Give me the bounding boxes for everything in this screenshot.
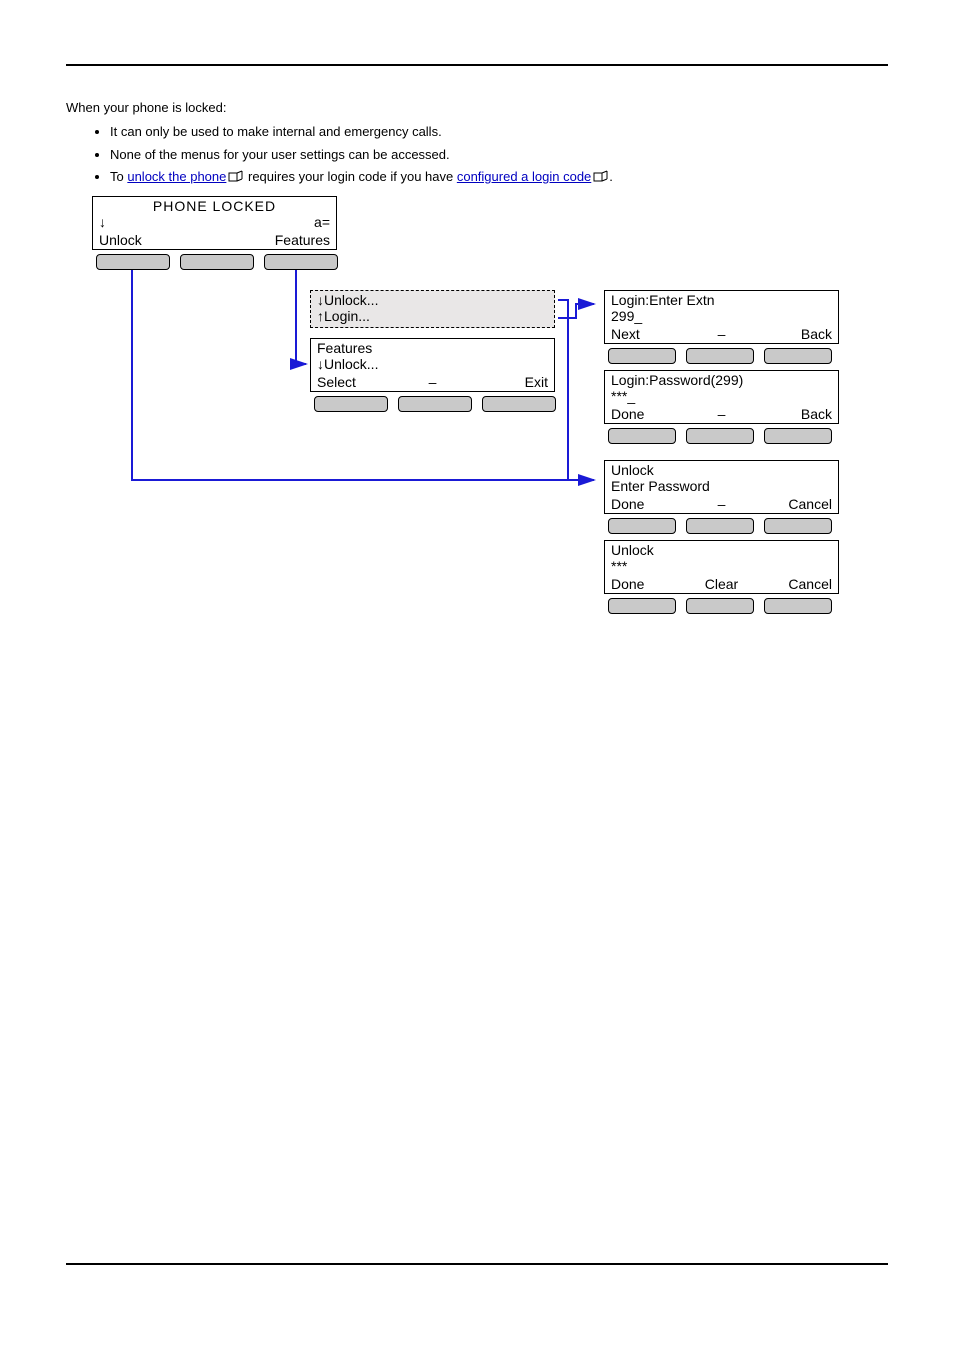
popup-line1: ↓Unlock... bbox=[317, 293, 548, 308]
unlock-pw-sk-right: Cancel bbox=[758, 577, 832, 592]
link-icon bbox=[593, 169, 609, 187]
screen-features: Features ↓Unlock... Select – Exit bbox=[310, 338, 555, 392]
bullet-3-prefix: To bbox=[110, 169, 127, 184]
features-line2: ↓Unlock... bbox=[317, 357, 548, 372]
softkey-button[interactable] bbox=[608, 598, 676, 614]
login-pw-sk-right: Back bbox=[758, 407, 832, 422]
bullet-2: None of the menus for your user settings… bbox=[110, 146, 888, 164]
unlock-enter-line1: Unlock bbox=[611, 463, 832, 478]
softkey-button[interactable] bbox=[180, 254, 254, 270]
popup-line2: ↑Login... bbox=[317, 309, 548, 324]
unlock-enter-line2: Enter Password bbox=[611, 479, 832, 494]
screen-login-extn: Login:Enter Extn 299_ Next – Back bbox=[604, 290, 839, 344]
unlock-enter-sk-left: Done bbox=[611, 497, 685, 512]
login-extn-sk-mid: – bbox=[685, 327, 759, 342]
locked-title: PHONE LOCKED bbox=[99, 199, 330, 214]
softkey-button[interactable] bbox=[764, 518, 832, 534]
link-configured-login-code[interactable]: configured a login code bbox=[457, 169, 591, 184]
rule-bottom bbox=[66, 1263, 888, 1265]
login-pw-sk-left: Done bbox=[611, 407, 685, 422]
bullet-3-suffix: . bbox=[609, 169, 613, 184]
link-unlock-phone[interactable]: unlock the phone bbox=[127, 169, 226, 184]
login-pw-sk-mid: – bbox=[685, 407, 759, 422]
softkey-button[interactable] bbox=[96, 254, 170, 270]
softkey-button[interactable] bbox=[608, 348, 676, 364]
link-icon bbox=[228, 169, 244, 187]
softkey-button[interactable] bbox=[398, 396, 472, 412]
unlock-enter-sk-right: Cancel bbox=[758, 497, 832, 512]
login-extn-sk-right: Back bbox=[758, 327, 832, 342]
softkey-button[interactable] bbox=[314, 396, 388, 412]
locked-sk-right: Features bbox=[253, 233, 330, 248]
softkey-button[interactable] bbox=[482, 396, 556, 412]
softkey-button[interactable] bbox=[686, 348, 754, 364]
login-extn-line2: 299_ bbox=[611, 309, 832, 324]
softkey-button[interactable] bbox=[686, 428, 754, 444]
features-sk-mid: – bbox=[394, 375, 471, 390]
screen-unlock-enter: Unlock Enter Password Done – Cancel bbox=[604, 460, 839, 514]
locked-down-arrow: ↓ bbox=[99, 215, 106, 230]
flow-diagram: PHONE LOCKED ↓ a= Unlock Features ↓Unloc… bbox=[66, 196, 886, 626]
unlock-pw-sk-left: Done bbox=[611, 577, 685, 592]
features-title: Features bbox=[317, 341, 548, 356]
rule-top bbox=[66, 64, 888, 66]
softkey-button[interactable] bbox=[764, 428, 832, 444]
login-pw-line2: ***_ bbox=[611, 389, 832, 404]
login-extn-sk-left: Next bbox=[611, 327, 685, 342]
unlock-pw-sk-mid: Clear bbox=[685, 577, 759, 592]
login-extn-line1: Login:Enter Extn bbox=[611, 293, 832, 308]
bullet-3-mid: requires your login code if you have bbox=[244, 169, 456, 184]
screen-unlock-pw: Unlock *** Done Clear Cancel bbox=[604, 540, 839, 594]
screen-phone-locked: PHONE LOCKED ↓ a= Unlock Features bbox=[92, 196, 337, 250]
popup-unlock-login: ↓Unlock... ↑Login... bbox=[310, 290, 555, 328]
login-pw-line1: Login:Password(299) bbox=[611, 373, 832, 388]
bullet-3: To unlock the phone requires your login … bbox=[110, 168, 888, 186]
intro-text: When your phone is locked: bbox=[66, 100, 888, 115]
locked-sk-left: Unlock bbox=[99, 233, 176, 248]
features-sk-right: Exit bbox=[471, 375, 548, 390]
locked-hint: a= bbox=[314, 215, 330, 230]
softkey-button[interactable] bbox=[686, 598, 754, 614]
softkey-button[interactable] bbox=[608, 518, 676, 534]
features-sk-left: Select bbox=[317, 375, 394, 390]
unlock-pw-line2: *** bbox=[611, 559, 832, 574]
unlock-pw-line1: Unlock bbox=[611, 543, 832, 558]
softkey-button[interactable] bbox=[764, 348, 832, 364]
softkey-button[interactable] bbox=[764, 598, 832, 614]
softkey-button[interactable] bbox=[264, 254, 338, 270]
screen-login-password: Login:Password(299) ***_ Done – Back bbox=[604, 370, 839, 424]
bullet-1: It can only be used to make internal and… bbox=[110, 123, 888, 141]
unlock-enter-sk-mid: – bbox=[685, 497, 759, 512]
softkey-button[interactable] bbox=[608, 428, 676, 444]
softkey-button[interactable] bbox=[686, 518, 754, 534]
